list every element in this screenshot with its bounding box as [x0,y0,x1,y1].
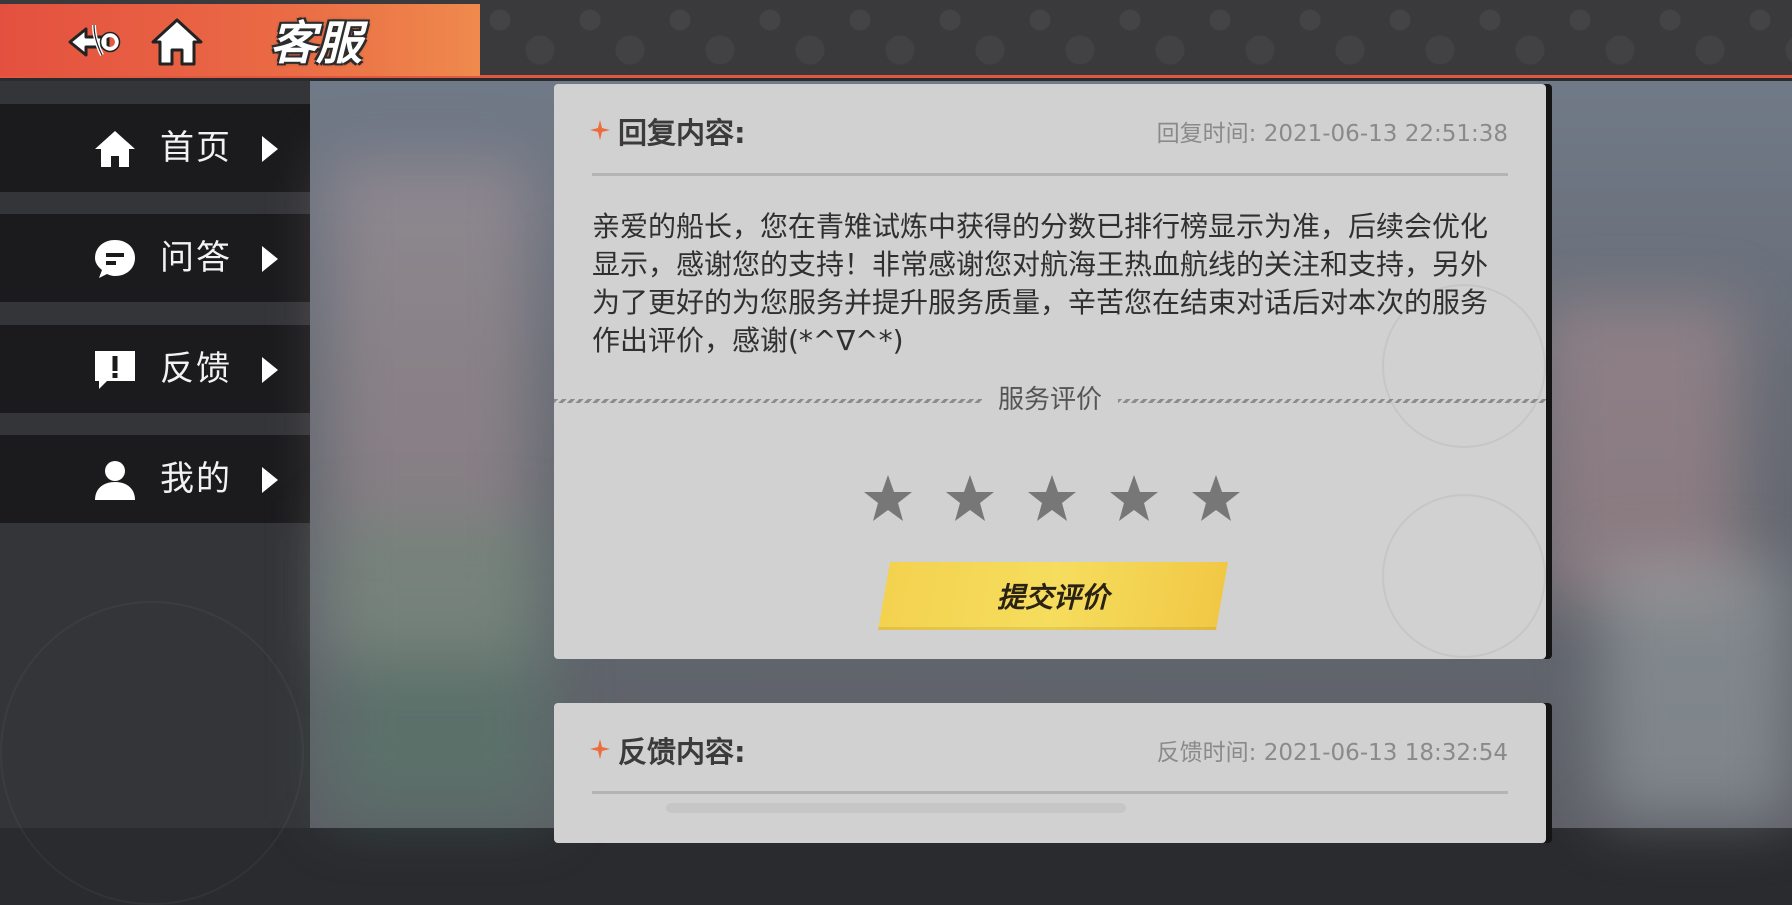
topbar-pattern [480,0,1792,75]
home-icon [92,126,138,172]
star-icon[interactable] [1108,473,1160,523]
title-tab: 客服 [0,4,480,76]
reply-heading: 回复内容: [618,116,746,150]
reply-card: 回复内容: 回复时间: 2021-06-13 22:51:38 亲爱的船长，您在… [554,84,1546,659]
dashed-line [554,399,982,403]
sparkle-icon [590,120,610,140]
sidebar-item-label: 问答 [160,238,232,278]
sidebar-item-label: 反馈 [160,349,232,389]
chat-bubble-icon [92,236,138,282]
star-icon[interactable] [862,473,914,523]
feedback-time: 反馈时间: 2021-06-13 18:32:54 [1156,740,1508,766]
reply-time: 回复时间: 2021-06-13 22:51:38 [1156,121,1508,147]
chevron-right-icon [262,467,278,493]
reply-body: 亲爱的船长，您在青雉试炼中获得的分数已排行榜显示为准，后续会优化显示，感谢您的支… [592,210,1489,357]
exclamation-bubble-icon [92,347,138,393]
feedback-card: 反馈内容: 反馈时间: 2021-06-13 18:32:54 [554,703,1546,843]
content-placeholder [666,803,1126,813]
home-button[interactable] [146,14,208,70]
star-icon[interactable] [944,473,996,523]
sidebar-item-label: 我的 [160,459,232,499]
sidebar-item-feedback[interactable]: 反馈 [0,325,310,413]
submit-rating-label: 提交评价 [996,581,1109,614]
chevron-right-icon [262,246,278,272]
back-button[interactable] [62,14,128,70]
background-blur-shape [1540,300,1740,600]
rating-divider: 服务评价 [554,384,1546,416]
background-blur-shape [1600,560,1790,820]
sidebar-item-mine[interactable]: 我的 [0,435,310,523]
star-rating [862,473,1242,523]
star-icon[interactable] [1026,473,1078,523]
compass-watermark [0,601,304,905]
submit-rating-button[interactable]: 提交评价 [878,562,1228,630]
sidebar-item-home[interactable]: 首页 [0,104,310,192]
divider [592,791,1508,794]
sidebar-item-label: 首页 [160,128,232,168]
chevron-right-icon [262,136,278,162]
dashed-line [1118,399,1546,403]
rating-label: 服务评价 [997,385,1102,415]
anchor-back-icon [68,24,121,57]
person-icon [92,457,138,503]
compass-watermark [1382,494,1546,658]
star-icon[interactable] [1190,473,1242,523]
sidebar-item-qa[interactable]: 问答 [0,214,310,302]
page-title: 客服 [270,16,362,70]
divider [592,173,1508,176]
home-icon [151,18,203,66]
background-blur-shape [330,520,550,820]
sparkle-icon [590,739,610,759]
chevron-right-icon [262,357,278,383]
feedback-heading: 反馈内容: [618,735,746,769]
